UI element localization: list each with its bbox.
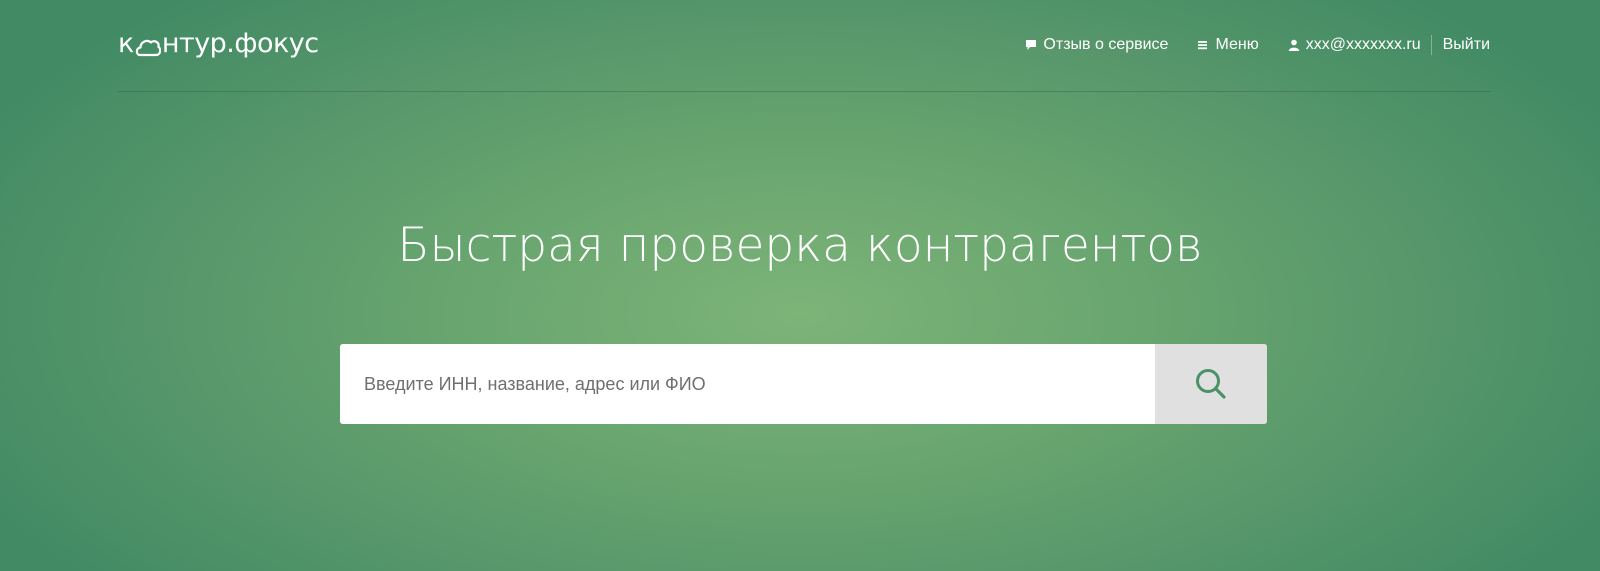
search-icon [1194, 367, 1228, 401]
search-button[interactable] [1155, 344, 1267, 424]
menu-button[interactable]: Меню [1197, 36, 1259, 54]
header: к нтур.фокус Отзыв о сервисе Меню xxx@xx… [118, 0, 1490, 92]
speech-bubble-icon [1025, 39, 1037, 51]
cloud-icon [135, 33, 162, 57]
nav-divider [1430, 35, 1432, 55]
hamburger-icon [1197, 39, 1209, 51]
logout-link[interactable]: Выйти [1443, 36, 1490, 54]
page-title: Быстрая проверка контрагентов [397, 218, 1203, 273]
feedback-label: Отзыв о сервисе [1043, 36, 1169, 53]
user-email: xxx@xxxxxxx.ru [1305, 36, 1421, 53]
top-nav: Отзыв о сервисе Меню xxx@xxxxxxx.ru Выйт… [1025, 34, 1490, 56]
logout-label: Выйти [1442, 36, 1490, 53]
search-input[interactable] [340, 344, 1155, 424]
search-form [340, 344, 1267, 424]
menu-label: Меню [1215, 36, 1259, 53]
user-account-link[interactable]: xxx@xxxxxxx.ru [1288, 36, 1421, 54]
page: к нтур.фокус Отзыв о сервисе Меню xxx@xx… [0, 0, 1600, 571]
feedback-link[interactable]: Отзыв о сервисе [1025, 36, 1168, 54]
user-icon [1288, 39, 1300, 51]
logo-suffix: нтур.фокус [161, 27, 319, 59]
logo[interactable]: к нтур.фокус [118, 25, 319, 61]
logo-prefix: к [118, 27, 134, 59]
